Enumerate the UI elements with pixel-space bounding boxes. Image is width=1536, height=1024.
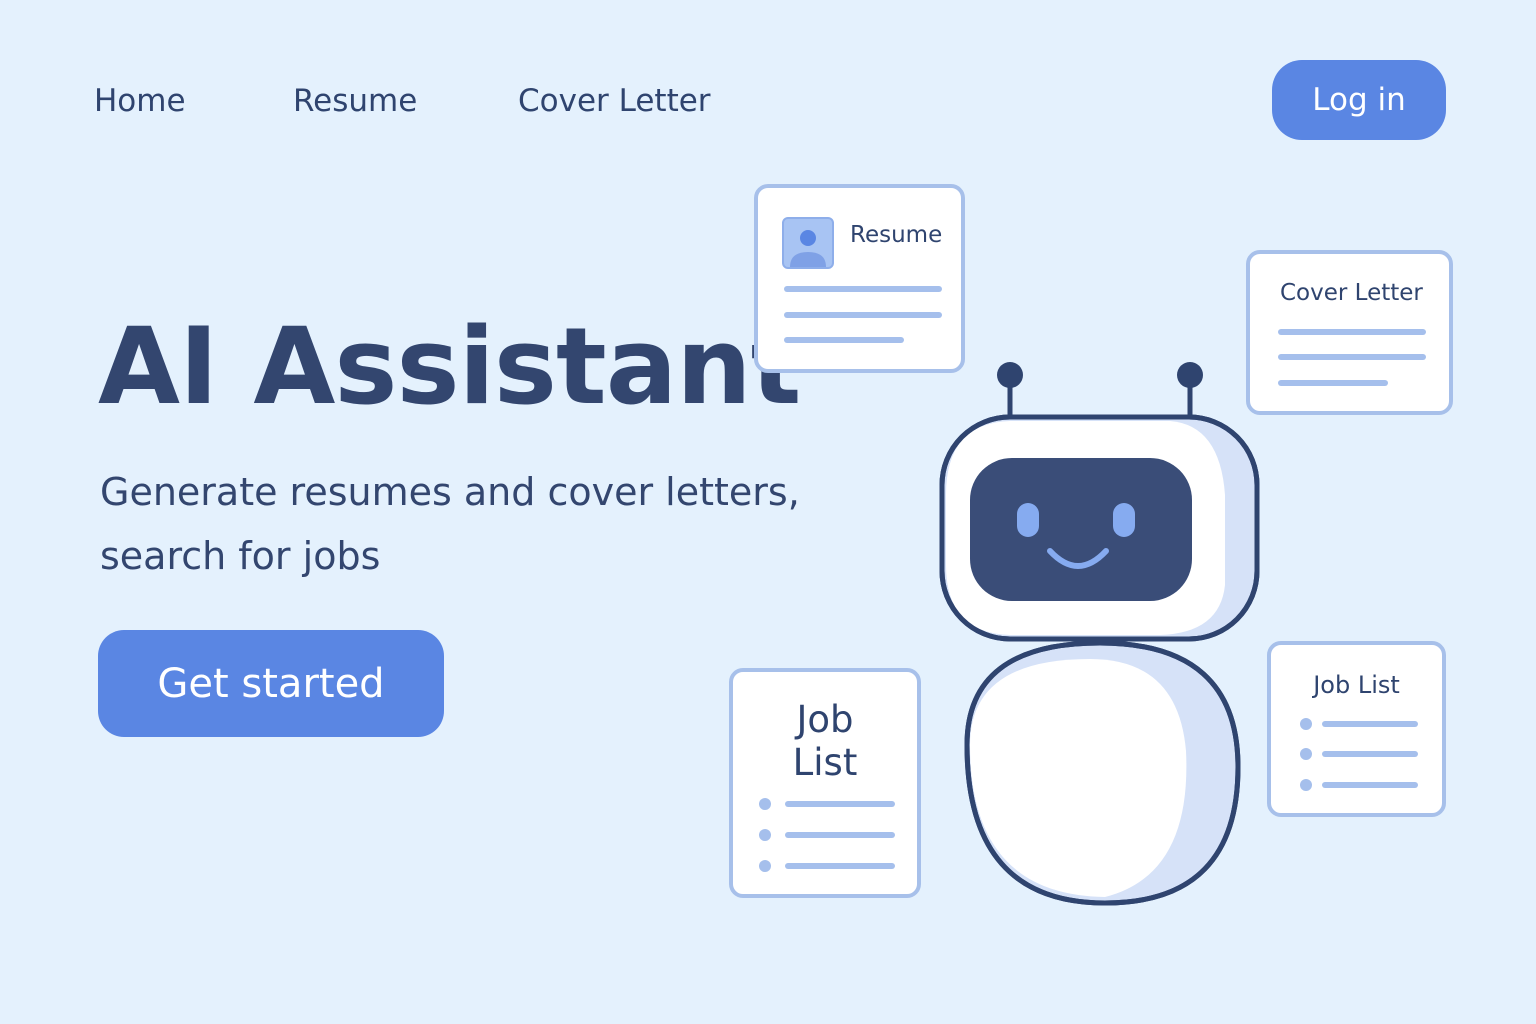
- text-line: [785, 863, 895, 869]
- profile-avatar-icon: [782, 217, 834, 269]
- cover-letter-card-title: Cover Letter: [1280, 280, 1423, 306]
- hero-title: AI Assistant: [98, 305, 801, 428]
- job-list-left-title: Job List: [792, 698, 858, 784]
- text-line: [785, 832, 895, 838]
- robot-eye-right: [1113, 503, 1135, 537]
- text-line: [1322, 782, 1418, 788]
- text-line: [784, 337, 904, 343]
- bullet-dot: [759, 860, 771, 872]
- bullet-dot: [1300, 779, 1312, 791]
- bullet-dot: [759, 798, 771, 810]
- job-list-card-right: Job List: [1267, 641, 1446, 817]
- text-line: [784, 286, 942, 292]
- hero-subtitle: Generate resumes and cover letters, sear…: [100, 470, 800, 578]
- nav-cover-letter[interactable]: Cover Letter: [518, 80, 711, 122]
- text-line: [1278, 354, 1426, 360]
- text-line: [1278, 329, 1426, 335]
- robot-antenna-right-tip: [1177, 362, 1203, 388]
- resume-card: Resume: [754, 184, 965, 373]
- nav-resume[interactable]: Resume: [293, 80, 417, 122]
- text-line: [1322, 721, 1418, 727]
- login-button[interactable]: Log in: [1272, 60, 1446, 140]
- text-line: [785, 801, 895, 807]
- robot-body: [964, 640, 1241, 906]
- robot-face-screen: [970, 458, 1192, 601]
- bullet-dot: [759, 829, 771, 841]
- text-line: [1278, 380, 1388, 386]
- job-list-card-left: Job List: [729, 668, 921, 898]
- text-line: [784, 312, 942, 318]
- robot-antenna-left-tip: [997, 362, 1023, 388]
- resume-card-title: Resume: [850, 222, 943, 248]
- cover-letter-card: Cover Letter: [1246, 250, 1453, 415]
- nav-home[interactable]: Home: [94, 80, 186, 122]
- get-started-button[interactable]: Get started: [98, 630, 444, 737]
- text-line: [1322, 751, 1418, 757]
- bullet-dot: [1300, 748, 1312, 760]
- robot-eye-left: [1017, 503, 1039, 537]
- bullet-dot: [1300, 718, 1312, 730]
- robot-illustration: [939, 362, 1260, 906]
- job-list-right-title: Job List: [1313, 671, 1400, 699]
